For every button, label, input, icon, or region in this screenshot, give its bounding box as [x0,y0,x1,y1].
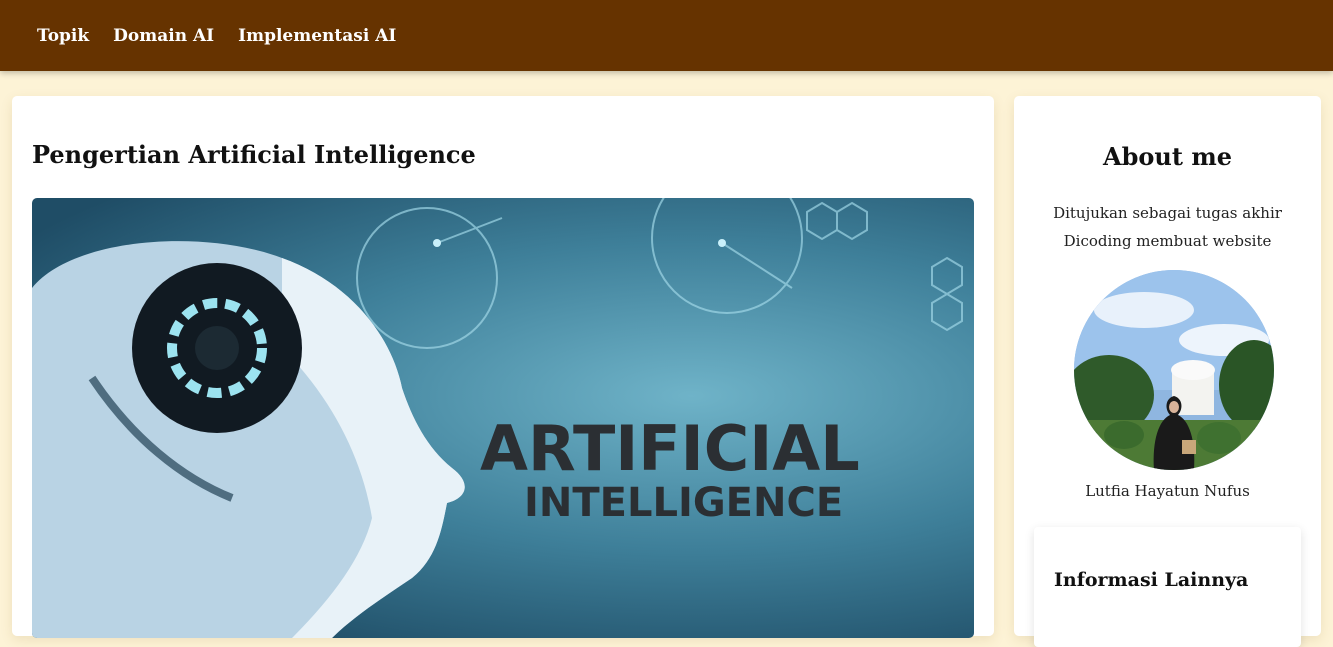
circuit-node [433,239,441,247]
cloud [1094,292,1194,328]
about-me-title: About me [1103,142,1232,171]
hex-shape [931,256,963,296]
article-hero-image: ARTIFICIAL INTELLIGENCE [32,198,974,638]
hex-shape [931,292,963,332]
image-text-intelligence: INTELLIGENCE [524,480,843,526]
bush [1104,421,1144,449]
nav-menu: Topik Domain AI Implementasi AI [0,0,1333,71]
article-card: Pengertian Artificial Intelligence ARTIF… [12,96,994,638]
nav-item-implementasi-ai: Implementasi AI [226,26,408,46]
person-bag [1182,440,1196,454]
top-navigation-bar: Topik Domain AI Implementasi AI [0,0,1333,71]
nav-link-topik[interactable]: Topik [37,26,89,46]
more-info-card: Informasi Lainnya [1034,527,1301,647]
profile-photo [1074,270,1274,470]
person-face [1169,401,1179,413]
nav-item-topik: Topik [25,26,101,46]
circuit-ring-right [651,198,803,314]
more-info-title: Informasi Lainnya [1054,569,1249,591]
profile-name: Lutfia Hayatun Nufus [1085,482,1250,500]
building-dome [1171,360,1215,380]
sidebar-card: About me Ditujukan sebagai tugas akhir D… [1014,96,1321,647]
hex-shape [836,201,868,241]
profile-photo-illustration [1074,270,1274,470]
image-text-artificial: ARTIFICIAL [480,412,860,485]
circuit-node [718,239,726,247]
article-title: Pengertian Artificial Intelligence [32,140,476,169]
nav-link-implementasi-ai[interactable]: Implementasi AI [238,26,396,46]
bush [1197,422,1241,454]
ai-illustration: ARTIFICIAL INTELLIGENCE [32,198,963,638]
circuit-line [721,242,793,289]
nav-item-domain-ai: Domain AI [101,26,226,46]
nav-link-domain-ai[interactable]: Domain AI [113,26,214,46]
hex-shape [806,201,838,241]
robot-gear-center [195,326,239,370]
about-me-description: Ditujukan sebagai tugas akhir Dicoding m… [1053,204,1282,250]
